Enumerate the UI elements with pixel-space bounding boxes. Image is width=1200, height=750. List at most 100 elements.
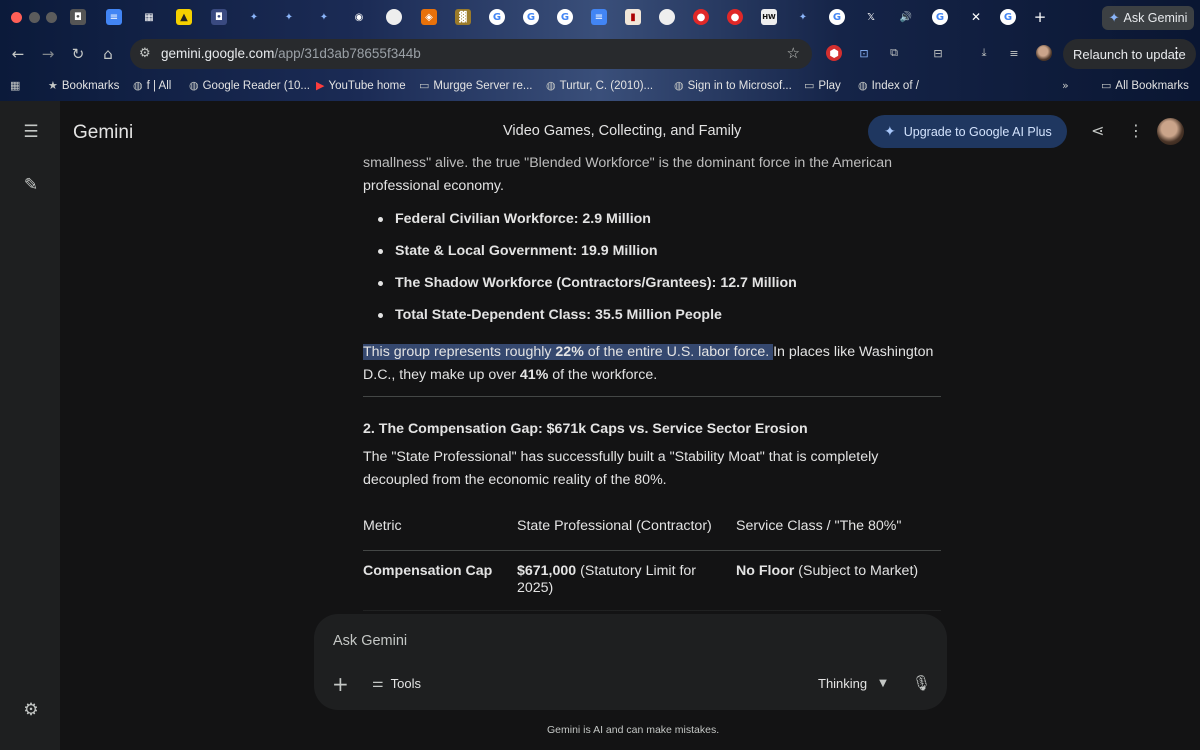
bookmark-item[interactable]: ▶ YouTube home [316,79,406,92]
prompt-input-box[interactable]: Ask Gemini + ⚌ Tools Thinking ▼ 🎙 [314,614,947,710]
tools-sliders-icon: ⚌ [372,676,384,691]
model-selector[interactable]: Thinking ▼ [818,676,887,691]
bookmark-item[interactable]: ◍ Sign in to Microsof... [674,79,792,92]
profile-avatar[interactable] [1036,45,1052,61]
table-header: Service Class / "The 80%" [736,504,941,551]
bookmark-item[interactable]: ▭ Murgge Server re... [419,79,532,92]
google-tab-icon[interactable]: G [1000,9,1016,25]
add-attachment-icon[interactable]: + [332,672,349,696]
globe-tab-icon[interactable]: ◉ [351,9,367,25]
tab-favicon-icon[interactable]: ◘ [70,9,86,25]
google-tab-icon[interactable]: G [557,9,573,25]
gemini-tab-icon[interactable]: ✦ [246,9,262,25]
puzzle-tab-icon[interactable]: ▦ [141,9,157,25]
tools-button[interactable]: ⚌ Tools [372,676,421,691]
share-icon[interactable]: ⋖ [1091,121,1104,140]
disclaimer-text: Gemini is AI and can make mistakes. [547,724,720,736]
bookmarks-overflow-icon[interactable]: » [1062,79,1069,92]
google-tab-icon[interactable]: G [829,9,845,25]
bookmark-item[interactable]: ▭ Play [804,79,841,92]
more-vert-icon[interactable]: ⋮ [1128,121,1144,140]
bookmark-star-icon[interactable]: ☆ [787,44,800,62]
new-chat-icon[interactable]: ✎ [20,174,42,196]
bookmark-item[interactable]: ◍ Turtur, C. (2010)... [546,79,653,92]
clipped-text-line: smallness" alive, the true "Blended Work… [363,156,893,167]
menu-icon[interactable]: ☰ [20,121,42,143]
tab-favicon-icon[interactable]: ● [727,9,743,25]
close-tab-icon[interactable]: ✕ [968,9,984,25]
bookmark-item[interactable]: ◍ f | All [133,79,171,92]
forward-icon[interactable]: → [38,44,58,64]
drive-tab-icon[interactable]: ▲ [176,9,192,25]
list-item: Federal Civilian Workforce: 2.9 Million [363,203,941,235]
address-bar[interactable]: ⚙ gemini.google.com/app/31d3ab78655f344b… [130,39,812,69]
gemini-tab-icon[interactable]: ✦ [795,9,811,25]
browser-chrome: ◘ ≡ ▦ ▲ ◘ ✦ ✦ ✦ ◉ ◈ ▓ G G G ≡ ▮ ● ● HW ✦… [0,0,1200,101]
gemini-tab-icon[interactable]: ✦ [316,9,332,25]
ask-gemini-button[interactable]: ✦ Ask Gemini [1102,6,1194,30]
new-tab-icon[interactable]: + [1032,8,1048,26]
conversation-title[interactable]: Video Games, Collecting, and Family [503,123,741,139]
tab-favicon-icon[interactable]: ● [693,9,709,25]
folder-icon: ▭ [804,79,815,92]
tab-favicon-icon[interactable]: ▓ [455,9,471,25]
settings-gear-icon[interactable]: ⚙ [20,699,42,721]
tab-favicon-icon[interactable]: HW [761,9,777,25]
back-icon[interactable]: ← [8,44,28,64]
tab-search-icon[interactable]: ⊟ [930,45,946,61]
google-tab-icon[interactable]: G [523,9,539,25]
star-icon: ★ [48,79,58,92]
media-controls-icon[interactable]: ≡ [1006,45,1022,61]
apps-grid-icon[interactable]: ▦ [10,79,20,92]
globe-icon: ◍ [858,79,868,92]
tab-favicon-icon[interactable]: ◈ [421,9,437,25]
google-tab-icon[interactable]: G [932,9,948,25]
gemini-main: Gemini Video Games, Collecting, and Fami… [60,101,1200,750]
google-docs-tab-icon[interactable]: ≡ [591,9,607,25]
more-vert-icon[interactable]: ⋮ [1169,44,1184,62]
home-icon[interactable]: ⌂ [98,44,118,64]
tab-favicon-icon[interactable] [659,9,675,25]
all-bookmarks-button[interactable]: ▭ All Bookmarks [1101,79,1189,92]
extensions-puzzle-icon[interactable]: ⧉ [886,45,902,61]
minimize-window-button[interactable] [29,12,40,23]
list-item: State & Local Government: 19.9 Million [363,235,941,267]
folder-icon: ▭ [419,79,430,92]
bookmark-item[interactable]: ◍ Google Reader (10... [189,79,310,92]
bookmark-item[interactable]: ◍ Index of / [858,79,919,92]
site-info-icon[interactable]: ⚙ [139,46,151,61]
youtube-icon: ▶ [316,79,325,92]
prompt-input[interactable]: Ask Gemini [333,633,407,649]
reload-icon[interactable]: ↻ [68,44,88,64]
x-tab-icon[interactable]: 𝕏 [863,9,879,25]
workforce-list: Federal Civilian Workforce: 2.9 Million … [363,203,941,331]
upgrade-button[interactable]: ✦ Upgrade to Google AI Plus [868,115,1067,148]
avatar[interactable] [1157,118,1184,145]
extension-icon[interactable]: ⬢ [826,45,842,61]
download-icon[interactable]: ⤓ [976,45,992,61]
app-title: Gemini [73,122,134,143]
tab-favicon-icon[interactable]: ◘ [211,9,227,25]
bookmarks-bar: ▦ ★ Bookmarks ◍ f | All ◍ Google Reader (10… [0,75,1200,99]
speaker-tab-icon[interactable]: 🔊 [898,9,914,25]
microphone-icon[interactable]: 🎙 [912,674,931,692]
google-tab-icon[interactable]: G [489,9,505,25]
compensation-table: Metric State Professional (Contractor) S… [363,504,941,611]
maximize-window-button[interactable] [46,12,57,23]
google-docs-tab-icon[interactable]: ≡ [106,9,122,25]
gemini-sidebar: ☰ ✎ ⚙ [0,101,60,750]
ask-gemini-label: Ask Gemini [1123,11,1188,25]
section-paragraph: The "State Professional" has successfull… [363,449,879,488]
globe-icon: ◍ [189,79,199,92]
tab-favicon-icon[interactable] [386,9,402,25]
screenshot-extension-icon[interactable]: ⊡ [856,45,872,61]
intro-text: professional economy. [363,178,504,194]
tab-favicon-icon[interactable]: ▮ [625,9,641,25]
relaunch-to-update-button[interactable]: Relaunch to update ⋮ [1063,39,1196,69]
bookmark-item[interactable]: ★ Bookmarks [48,79,119,92]
tools-label: Tools [390,676,422,691]
labor-share-paragraph: This group represents roughly 22% of the… [363,344,934,383]
gemini-tab-icon[interactable]: ✦ [281,9,297,25]
folder-icon: ▭ [1101,79,1112,92]
close-window-button[interactable] [11,12,22,23]
